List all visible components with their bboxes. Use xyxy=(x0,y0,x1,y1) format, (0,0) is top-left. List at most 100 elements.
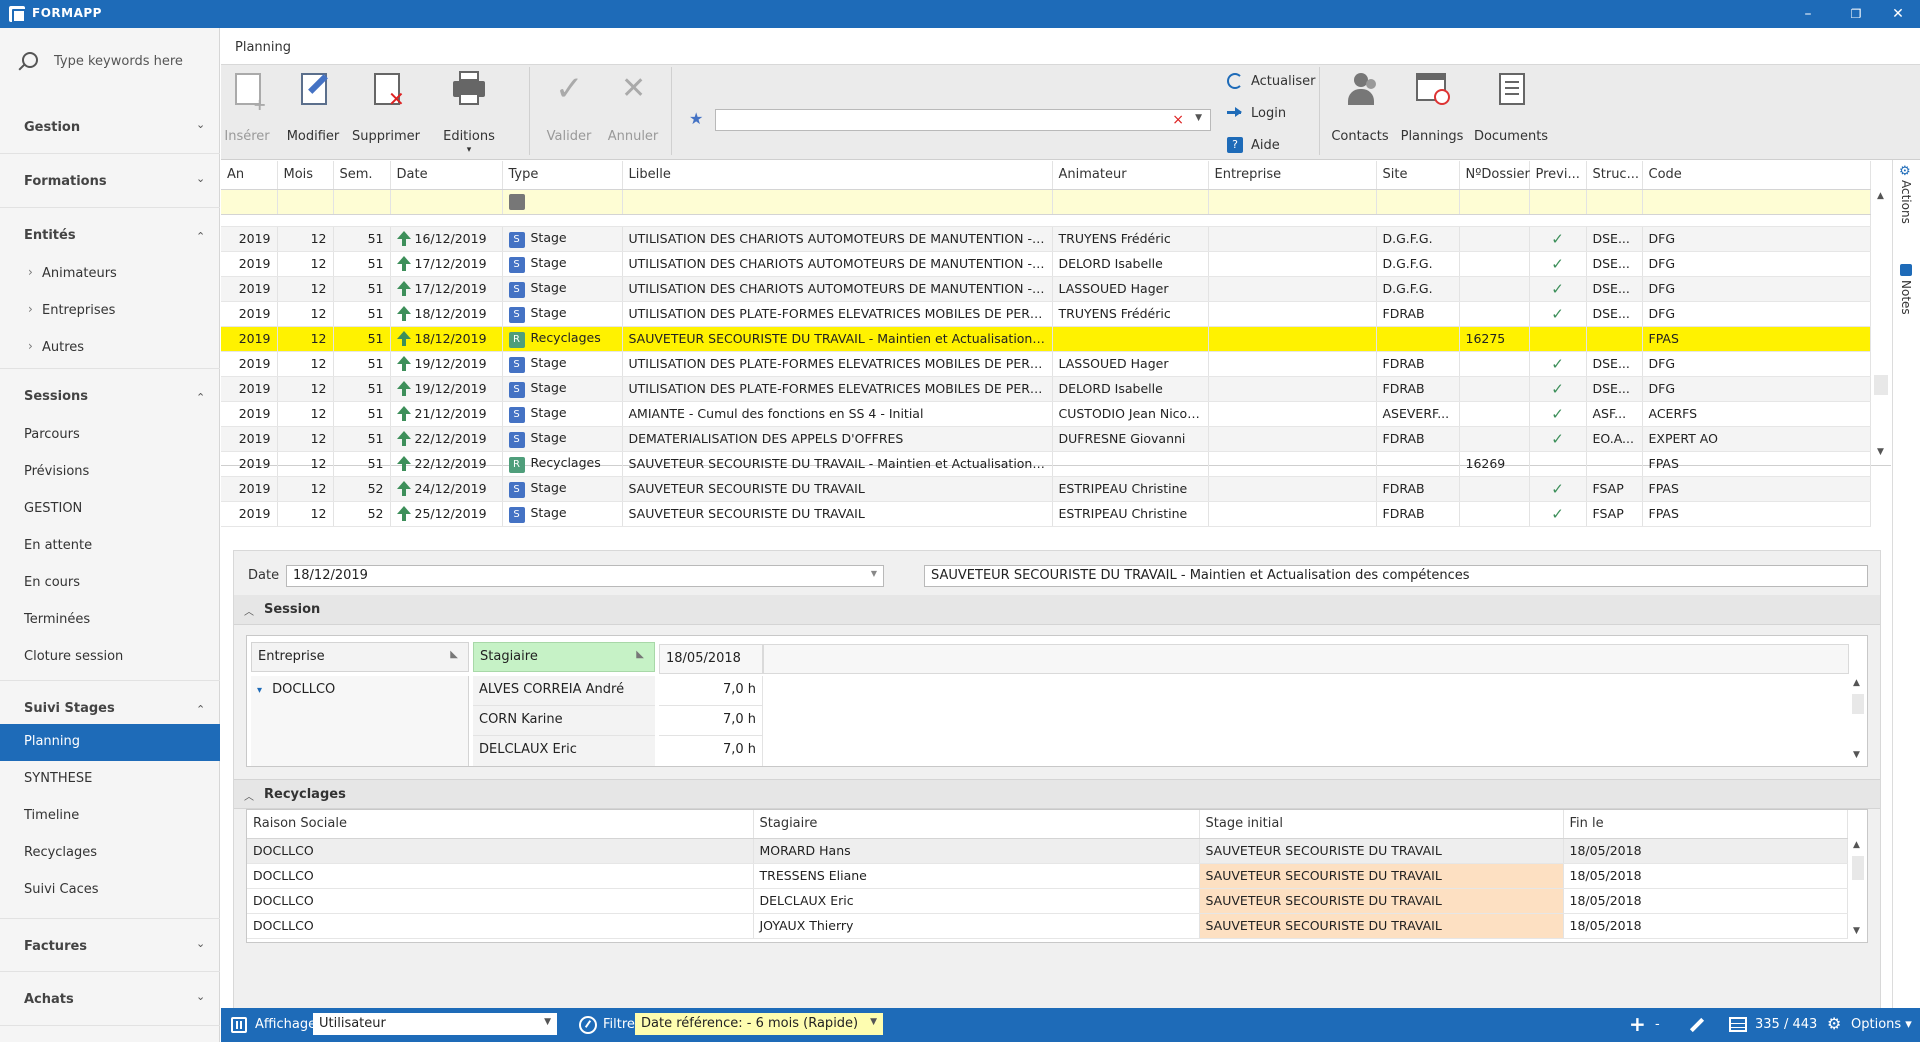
table-row[interactable]: 2019 12 52 25/12/2019 S Stage SAUVETEUR SECOUR… xyxy=(221,501,1871,527)
table-row[interactable]: 2019 12 51 17/12/2019 S Stage UTILISATION DES … xyxy=(221,251,1871,277)
scroll-up-icon[interactable]: ▲ xyxy=(1853,678,1860,688)
table-row[interactable]: DOCLLCO TRESSENS Eliane SAUVETEUR SECOUR… xyxy=(247,863,1848,889)
col-header-date[interactable]: Date xyxy=(390,161,503,190)
table-row[interactable]: 2019 12 51 16/12/2019 S Stage UTILISATION DES … xyxy=(221,226,1871,252)
sidebar-item-suivi-caces[interactable]: Suivi Caces xyxy=(0,872,220,909)
filter-cell[interactable] xyxy=(277,189,334,215)
title-field[interactable]: SAUVETEUR SECOURISTE DU TRAVAIL - Mainti… xyxy=(924,565,1868,587)
sidebar-search[interactable]: Type keywords here xyxy=(22,50,212,74)
sidebar-item-synthese[interactable]: SYNTHESE xyxy=(0,761,220,798)
gear-icon[interactable]: ⚙ xyxy=(1827,1014,1841,1033)
sidebar-item-gestion[interactable]: GESTION xyxy=(0,491,220,528)
filter-cell[interactable] xyxy=(221,189,278,215)
scroll-up-icon[interactable]: ▲ xyxy=(1853,840,1860,850)
table-row[interactable]: DOCLLCO MORARD Hans SAUVETEUR SECOURISTE… xyxy=(247,838,1848,864)
sidebar-item-previsions[interactable]: Prévisions xyxy=(0,454,220,491)
documents-button[interactable]: Documents xyxy=(1471,69,1551,155)
inserer-button[interactable]: + Insérer xyxy=(223,69,271,155)
scroll-thumb[interactable] xyxy=(1852,856,1864,880)
col-header-stage-initial[interactable]: Stage initial xyxy=(1199,810,1564,839)
sidebar-item-terminees[interactable]: Terminées xyxy=(0,602,220,639)
col-header-an[interactable]: An xyxy=(221,161,278,190)
table-row[interactable]: 2019 12 51 21/12/2019 S Stage AMIANTE - Cumul … xyxy=(221,401,1871,427)
pivot-vertical-scrollbar[interactable]: ▲ ▼ xyxy=(1849,676,1867,766)
pivot-header-stagiaire[interactable]: Stagiaire ◣ xyxy=(473,642,655,672)
plannings-button[interactable]: Plannings xyxy=(1395,69,1469,155)
sidebar-item-parcours[interactable]: Parcours xyxy=(0,417,220,454)
filtre-select[interactable]: Date référence: - 6 mois (Rapide) ▼ xyxy=(635,1013,883,1035)
col-header-previ[interactable]: Previ... xyxy=(1529,161,1587,190)
sidebar-item-timeline[interactable]: Timeline xyxy=(0,798,220,835)
options-button[interactable]: Options ▾ xyxy=(1851,1017,1912,1032)
modifier-button[interactable]: Modifier xyxy=(283,69,343,155)
editions-button[interactable]: Editions ▾ xyxy=(429,69,509,155)
table-row[interactable]: 2019 12 51 22/12/2019 S Stage DEMATERIALISATIO… xyxy=(221,426,1871,452)
login-button[interactable]: Login xyxy=(1227,103,1317,125)
dropdown-arrow-icon[interactable]: ▼ xyxy=(1195,113,1202,123)
table-row[interactable]: 2019 12 51 19/12/2019 S Stage UTILISATION DES … xyxy=(221,376,1871,402)
grid-vertical-scrollbar[interactable]: ▲ ▼ xyxy=(1871,189,1891,465)
col-header-sem[interactable]: Sem. xyxy=(333,161,391,190)
sidebar-item-en-attente[interactable]: En attente xyxy=(0,528,220,565)
quick-filter-input[interactable]: × ▼ xyxy=(715,109,1211,131)
col-header-animateur[interactable]: Animateur xyxy=(1052,161,1209,190)
favorite-star-icon[interactable]: ★ xyxy=(689,109,703,128)
nav-group-sessions[interactable]: Sessions ⌃ xyxy=(0,368,220,422)
table-row[interactable]: DOCLLCO DELCLAUX Eric SAUVETEUR SECOURIS… xyxy=(247,888,1848,914)
table-row[interactable]: 2019 12 51 17/12/2019 S Stage UTILISATION DES … xyxy=(221,276,1871,302)
sidebar-item-autres[interactable]: › Autres xyxy=(0,330,220,367)
col-header-stagiaire[interactable]: Stagiaire xyxy=(753,810,1200,839)
table-row[interactable]: 2019 12 51 18/12/2019 R Recyclages SAUVETEUR S… xyxy=(221,326,1871,352)
add-icon[interactable]: + xyxy=(1629,1012,1646,1036)
filter-cell[interactable] xyxy=(1642,189,1871,215)
col-header-type[interactable]: Type xyxy=(502,161,623,190)
notes-panel-tab[interactable]: Notes xyxy=(1899,280,1913,315)
close-button[interactable]: ✕ xyxy=(1878,3,1918,25)
table-row[interactable]: DOCLLCO JOYAUX Thierry SAUVETEUR SECOURI… xyxy=(247,913,1848,939)
actions-panel-tab[interactable]: Actions xyxy=(1899,180,1913,224)
col-header-site[interactable]: Site xyxy=(1376,161,1460,190)
nav-group-formations[interactable]: Formations ⌄ xyxy=(0,154,220,208)
scroll-thumb[interactable] xyxy=(1852,694,1864,714)
chevron-down-icon[interactable]: ▼ xyxy=(871,569,877,578)
scroll-down-icon[interactable]: ▼ xyxy=(1853,750,1860,760)
sidebar-item-entreprises[interactable]: › Entreprises xyxy=(0,293,220,330)
actualiser-button[interactable]: Actualiser xyxy=(1227,71,1317,93)
minimize-button[interactable]: – xyxy=(1788,3,1828,25)
pivot-header-entreprise[interactable]: Entreprise ◣ xyxy=(251,642,469,672)
table-row[interactable]: 2019 12 51 18/12/2019 S Stage UTILISATION DES … xyxy=(221,301,1871,327)
filter-cell[interactable] xyxy=(1376,189,1460,215)
filter-icon[interactable]: ◣ xyxy=(450,649,458,660)
pencil-icon[interactable] xyxy=(1689,1017,1705,1033)
table-row[interactable]: 2019 12 51 22/12/2019 R Recyclages SAUVETEUR S… xyxy=(221,451,1871,477)
col-header-code[interactable]: Code xyxy=(1642,161,1871,190)
nav-group-factures[interactable]: Factures ⌄ xyxy=(0,918,220,972)
recyclages-vertical-scrollbar[interactable]: ▲ ▼ xyxy=(1849,838,1867,942)
pivot-company-group[interactable]: ▾ DOCLLCO xyxy=(251,676,469,766)
nav-group-gestion[interactable]: Gestion ⌄ xyxy=(0,100,220,154)
filter-icon[interactable]: ◣ xyxy=(636,649,644,660)
sidebar-item-cloture-session[interactable]: Cloture session xyxy=(0,639,220,676)
supprimer-button[interactable]: ✕ Supprimer xyxy=(351,69,421,155)
filter-cell[interactable] xyxy=(1529,189,1587,215)
col-header-fin-le[interactable]: Fin le xyxy=(1563,810,1848,839)
pivot-row-stagiaire[interactable]: DELCLAUX Eric xyxy=(473,736,655,766)
valider-button[interactable]: ✓ Valider xyxy=(539,69,599,155)
scroll-down-icon[interactable]: ▼ xyxy=(1877,447,1884,457)
nav-group-achats[interactable]: Achats ⌄ xyxy=(0,972,220,1026)
col-header-dossier[interactable]: NºDossier xyxy=(1459,161,1530,190)
recyclages-section-header[interactable]: ︿ Recyclages xyxy=(234,779,1880,809)
filter-cell[interactable] xyxy=(1052,189,1209,215)
aide-button[interactable]: ? Aide xyxy=(1227,135,1317,157)
pivot-row-stagiaire[interactable]: CORN Karine xyxy=(473,706,655,736)
sidebar-item-en-cours[interactable]: En cours xyxy=(0,565,220,602)
filter-cell[interactable] xyxy=(1586,189,1643,215)
scroll-up-icon[interactable]: ▲ xyxy=(1877,191,1884,201)
nav-group-entites[interactable]: Entités ⌃ xyxy=(0,208,220,262)
filter-cell[interactable] xyxy=(1459,189,1530,215)
scroll-thumb[interactable] xyxy=(1874,375,1888,395)
filter-cell[interactable] xyxy=(622,189,1053,215)
remove-icon[interactable]: - xyxy=(1655,1017,1660,1032)
annuler-button[interactable]: ✕ Annuler xyxy=(603,69,663,155)
filter-cell[interactable] xyxy=(502,189,623,215)
